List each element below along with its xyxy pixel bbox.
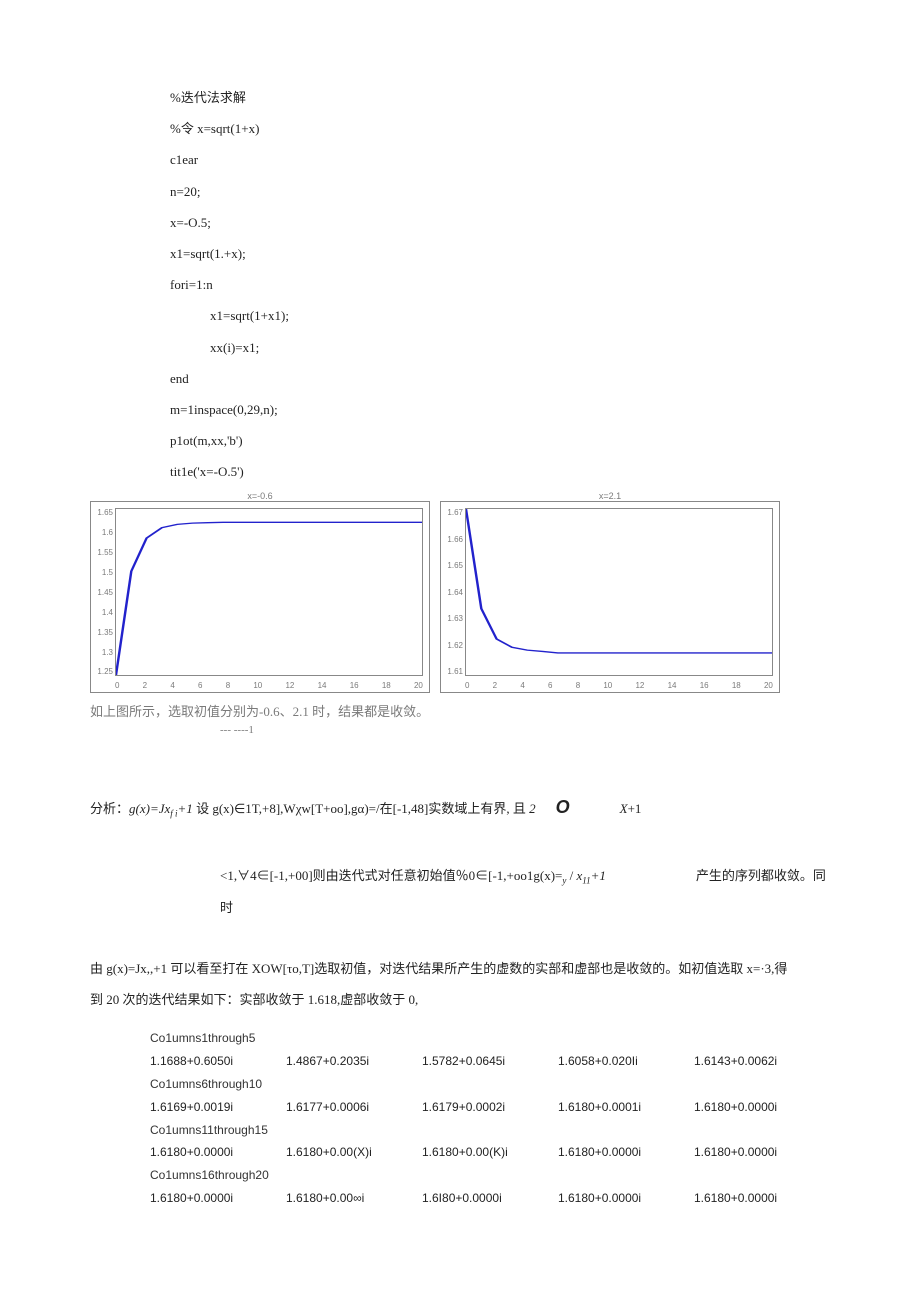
body-text: 设 g(x)∈1T,+8],Wχw[T+oo],gα)=/在[-1,48]实数域… [196, 801, 529, 816]
code-line: %迭代法求解 [170, 82, 830, 113]
formula-text: +1 [178, 801, 197, 816]
table-cell: 1.6180+0.0000i [150, 1141, 286, 1164]
table-header: Co1umns16through20 [150, 1164, 830, 1187]
table-row: 1.1688+0.6050i 1.4867+0.2035i 1.5782+0.0… [150, 1050, 830, 1073]
code-line: x1=sqrt(1+x1); [170, 300, 830, 331]
table-row: 1.6169+0.0019i 1.6177+0.0006i 1.6179+0.0… [150, 1096, 830, 1119]
code-line: fori=1:n [170, 269, 830, 300]
code-line: %令 x=sqrt(1+x) [170, 113, 830, 144]
analysis-line-3: 由 g(x)=Jx,,+1 可以看至打在 XOW[τo,T]选取初值，对迭代结果… [90, 953, 830, 984]
table-cell: 1.1688+0.6050i [150, 1050, 286, 1073]
chart-left: x=-0.6 1.65 1.6 1.55 1.5 1.45 1.4 1.35 1… [90, 491, 430, 693]
chart-title: x=-0.6 [90, 491, 430, 501]
formula-text: 2 [529, 801, 536, 816]
table-row: 1.6180+0.0000i 1.6180+0.00∞i 1.6I80+0.00… [150, 1187, 830, 1210]
analysis-line-1: 分析：g(x)=Jxf i+1 设 g(x)∈1T,+8],Wχw[T+oo],… [90, 786, 830, 829]
table-cell: 1.6180+0.0000i [694, 1096, 830, 1119]
table-cell: 1.6I80+0.0000i [422, 1187, 558, 1210]
table-cell: 1.6180+0.0000i [558, 1141, 694, 1164]
chart-frame: 1.65 1.6 1.55 1.5 1.45 1.4 1.35 1.3 1.25 [90, 501, 430, 693]
code-line: x=-O.5; [170, 207, 830, 238]
results-table: Co1umns1through5 1.1688+0.6050i 1.4867+0… [90, 1027, 830, 1209]
table-cell: 1.6180+0.0000i [150, 1187, 286, 1210]
formula-text: g(x)=Jx [129, 801, 170, 816]
table-cell: 1.6180+0.0000i [694, 1187, 830, 1210]
analysis-prefix: 分析： [90, 801, 129, 816]
subscript: f i [170, 809, 177, 819]
y-axis-labels: 1.65 1.6 1.55 1.5 1.45 1.4 1.35 1.3 1.25 [93, 508, 113, 676]
table-header: Co1umns6through10 [150, 1073, 830, 1096]
big-o-symbol: O [536, 797, 590, 817]
charts-caption: 如上图所示，选取初值分别为-0.6、2.1 时，结果都是收敛。 [90, 701, 830, 720]
analysis-line-2: <1,∀4∈[-1,+00]则由迭代式对任意初始值％0∈[-1,+oo1g(x)… [90, 860, 830, 923]
chart-plot-area [465, 508, 773, 676]
table-cell: 1.6058+0.020Ii [558, 1050, 694, 1073]
subscript: 11 [582, 875, 590, 885]
analysis-line-4: 到 20 次的迭代结果如下：实部收敛于 1.618,虚部收敛于 0, [90, 984, 830, 1015]
charts-row: x=-0.6 1.65 1.6 1.55 1.5 1.45 1.4 1.35 1… [90, 491, 830, 693]
table-header: Co1umns11through15 [150, 1119, 830, 1142]
table-cell: 1.6180+0.00∞i [286, 1187, 422, 1210]
code-line: tit1e('x=-O.5') [170, 456, 830, 487]
table-cell: 1.6177+0.0006i [286, 1096, 422, 1119]
formula-text: +1 [628, 801, 642, 816]
body-text: <1,∀4∈[-1,+00]则由迭代式对任意初始值％0∈[-1,+oo1g(x)… [220, 868, 562, 883]
analysis-block: 分析：g(x)=Jxf i+1 设 g(x)∈1T,+8],Wχw[T+oo],… [90, 786, 830, 1015]
chart-frame: 1.67 1.66 1.65 1.64 1.63 1.62 1.61 0 2 [440, 501, 780, 693]
x-axis-labels: 0 2 4 6 8 10 12 14 16 18 20 [115, 681, 423, 690]
chart-right: x=2.1 1.67 1.66 1.65 1.64 1.63 1.62 1.61 [440, 491, 780, 693]
formula-text: X [620, 801, 628, 816]
table-cell: 1.5782+0.0645i [422, 1050, 558, 1073]
table-row: 1.6180+0.0000i 1.6180+0.00(X)i 1.6180+0.… [150, 1141, 830, 1164]
table-cell: 1.4867+0.2035i [286, 1050, 422, 1073]
code-line: x1=sqrt(1.+x); [170, 238, 830, 269]
chart-plot-area [115, 508, 423, 676]
table-cell: 1.6180+0.0000i [694, 1141, 830, 1164]
code-line: xx(i)=x1; [170, 332, 830, 363]
code-block: %迭代法求解 %令 x=sqrt(1+x) c1ear n=20; x=-O.5… [90, 82, 830, 487]
table-cell: 1.6179+0.0002i [422, 1096, 558, 1119]
code-line: c1ear [170, 144, 830, 175]
y-axis-labels: 1.67 1.66 1.65 1.64 1.63 1.62 1.61 [443, 508, 463, 676]
code-line: p1ot(m,xx,'b') [170, 425, 830, 456]
x-axis-labels: 0 2 4 6 8 10 12 14 16 18 20 [465, 681, 773, 690]
code-line: end [170, 363, 830, 394]
chart-svg [116, 509, 422, 675]
chart-svg [466, 509, 772, 675]
table-cell: 1.6180+0.0001i [558, 1096, 694, 1119]
table-cell: 1.6169+0.0019i [150, 1096, 286, 1119]
body-text: / [566, 868, 576, 883]
code-line: m=1inspace(0,29,n); [170, 394, 830, 425]
table-cell: 1.6180+0.00(X)i [286, 1141, 422, 1164]
code-line: n=20; [170, 176, 830, 207]
sub-caption: --- ----1 [220, 724, 830, 736]
table-cell: 1.6180+0.0000i [558, 1187, 694, 1210]
table-header: Co1umns1through5 [150, 1027, 830, 1050]
formula-text: +1 [591, 868, 606, 883]
table-cell: 1.6143+0.0062i [694, 1050, 830, 1073]
document-page: %迭代法求解 %令 x=sqrt(1+x) c1ear n=20; x=-O.5… [0, 0, 920, 1270]
chart-title: x=2.1 [440, 491, 780, 501]
table-cell: 1.6180+0.00(K)i [422, 1141, 558, 1164]
